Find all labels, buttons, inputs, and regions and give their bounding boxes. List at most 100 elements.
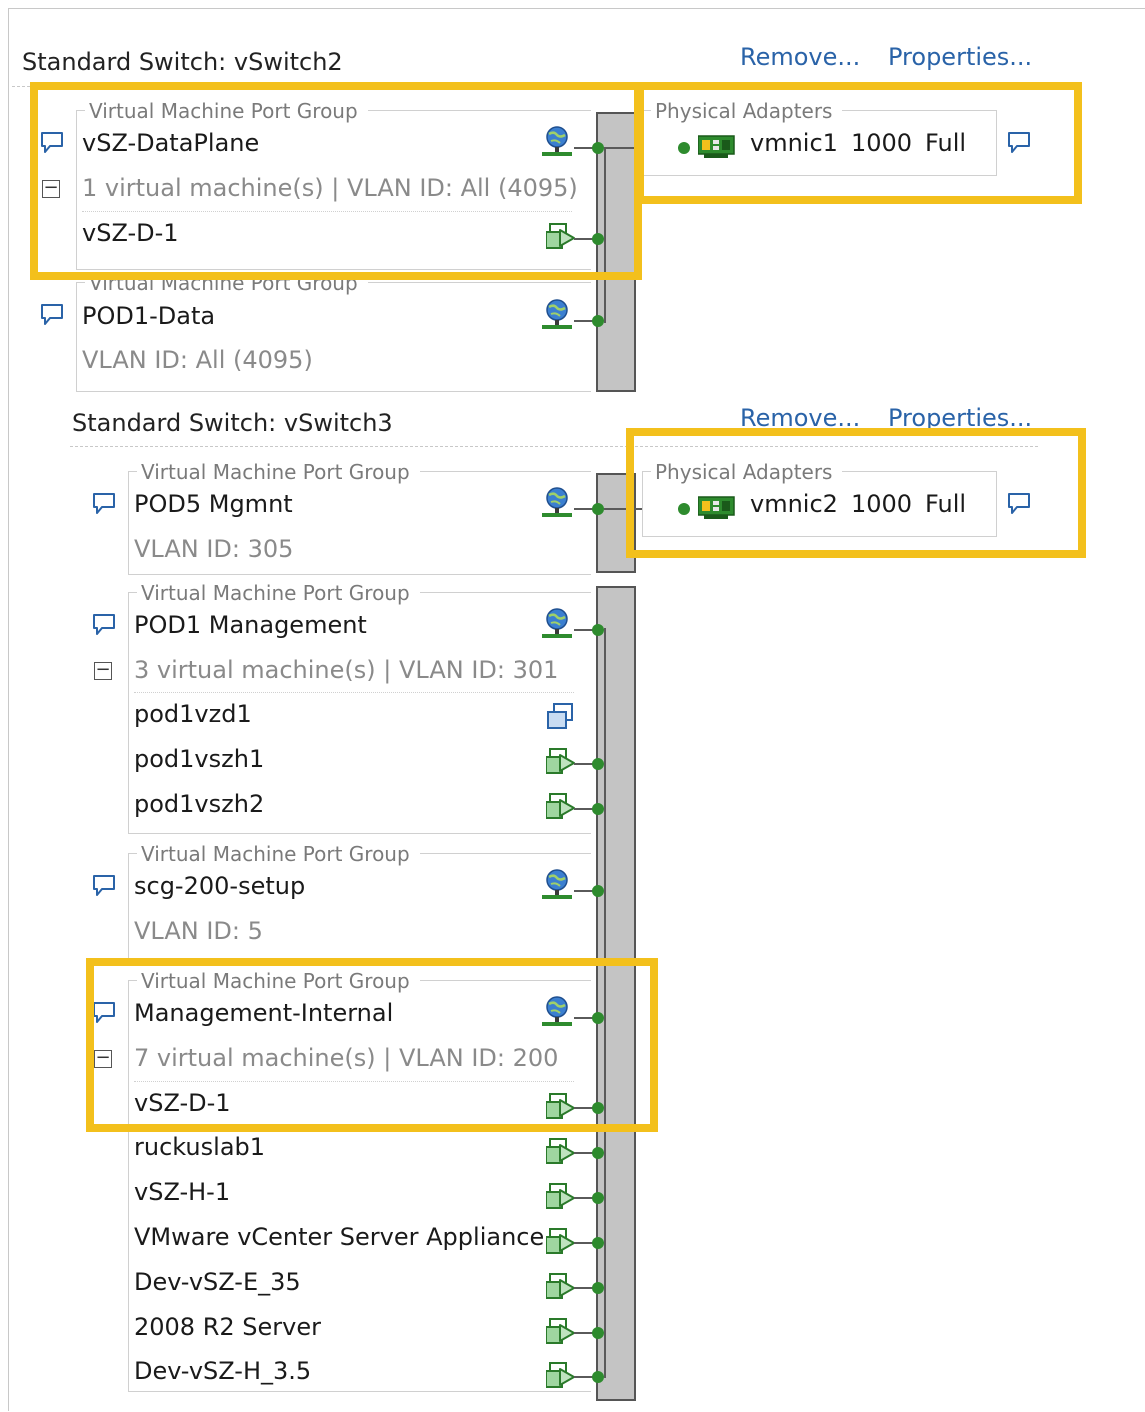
row-divider — [82, 211, 572, 212]
vm-icon — [546, 1318, 575, 1344]
network-card-icon — [698, 135, 735, 159]
vm-name[interactable]: Dev-vSZ-E_35 — [134, 1268, 301, 1296]
comment-icon[interactable] — [92, 613, 118, 637]
port-group-legend: Virtual Machine Port Group — [85, 99, 368, 123]
port-connector — [592, 803, 604, 815]
port-connector — [592, 1237, 604, 1249]
vm-icon — [546, 793, 575, 819]
globe-network-icon — [542, 486, 574, 518]
comment-icon[interactable] — [40, 131, 66, 155]
port-connector — [592, 315, 604, 327]
vm-icon — [546, 1362, 575, 1388]
vm-icon — [546, 223, 575, 249]
comment-icon[interactable] — [1007, 131, 1033, 155]
port-connector — [592, 503, 604, 515]
port-group-legend: Virtual Machine Port Group — [85, 271, 368, 295]
port-group-name: vSZ-DataPlane — [82, 129, 260, 157]
switch-title-vswitch2: Standard Switch: vSwitch2 — [22, 48, 343, 76]
adapter-duplex: Full — [925, 490, 967, 518]
properties-link-vswitch3[interactable]: Properties... — [888, 404, 1032, 432]
collapse-toggle[interactable]: − — [94, 1049, 112, 1068]
port-group-info: VLAN ID: 305 — [134, 535, 294, 563]
globe-network-icon — [542, 607, 574, 639]
vm-name[interactable]: vSZ-H-1 — [134, 1178, 230, 1206]
collapse-toggle[interactable]: − — [94, 661, 112, 680]
vm-icon — [546, 748, 575, 774]
vm-icon — [546, 1228, 575, 1254]
vm-name[interactable]: pod1vszh2 — [134, 790, 264, 818]
switch-separator — [12, 86, 1037, 87]
port-group-info: 3 virtual machine(s) | VLAN ID: 301 — [134, 656, 559, 684]
vm-name[interactable]: vSZ-D-1 — [82, 219, 179, 247]
globe-network-icon — [542, 298, 574, 330]
adapter-name[interactable]: vmnic1 — [750, 129, 838, 157]
remove-link-vswitch2[interactable]: Remove... — [740, 43, 860, 71]
adapter-duplex: Full — [925, 129, 967, 157]
port-connector — [592, 142, 604, 154]
vm-name[interactable]: Dev-vSZ-H_3.5 — [134, 1357, 311, 1385]
globe-network-icon — [542, 995, 574, 1027]
port-connector — [592, 1012, 604, 1024]
port-connector — [592, 1371, 604, 1383]
adapter-connector — [678, 142, 690, 154]
network-card-icon — [698, 496, 735, 520]
switch-uplink-bar — [596, 473, 636, 573]
comment-icon[interactable] — [92, 492, 118, 516]
vm-name[interactable]: pod1vzd1 — [134, 700, 252, 728]
port-group-box: Virtual Machine Port Group — [76, 271, 591, 392]
row-divider — [134, 692, 574, 693]
port-group-legend: Virtual Machine Port Group — [137, 460, 420, 484]
switch-separator — [70, 446, 1038, 447]
vm-icon — [546, 1273, 575, 1299]
switch-uplink-bar — [596, 586, 636, 1401]
properties-link-vswitch2[interactable]: Properties... — [888, 43, 1032, 71]
vm-icon — [546, 1183, 575, 1209]
switch-title-vswitch3: Standard Switch: vSwitch3 — [72, 409, 393, 437]
port-connector — [592, 1282, 604, 1294]
port-group-legend: Virtual Machine Port Group — [137, 969, 420, 993]
port-connector — [592, 1147, 604, 1159]
port-group-name: Management-Internal — [134, 999, 394, 1027]
comment-icon[interactable] — [92, 874, 118, 898]
vm-icon — [546, 1138, 575, 1164]
vm-name[interactable]: ruckuslab1 — [134, 1133, 265, 1161]
physical-adapters-legend: Physical Adapters — [651, 460, 843, 484]
vm-name[interactable]: VMware vCenter Server Appliance — [134, 1223, 544, 1251]
internal-trunk-line — [604, 628, 606, 1378]
comment-icon[interactable] — [92, 1001, 118, 1025]
port-group-info: 7 virtual machine(s) | VLAN ID: 200 — [134, 1044, 559, 1072]
adapter-speed: 1000 — [851, 490, 913, 518]
switch-uplink-bar — [596, 112, 636, 392]
port-connector — [592, 1327, 604, 1339]
vm-name[interactable]: vSZ-D-1 — [134, 1089, 231, 1117]
port-connector — [592, 1192, 604, 1204]
vm-powered-off-icon — [547, 703, 573, 729]
adapter-name[interactable]: vmnic2 — [750, 490, 838, 518]
port-connector — [592, 885, 604, 897]
collapse-toggle[interactable]: − — [42, 179, 60, 198]
port-group-name: POD1-Data — [82, 302, 216, 330]
port-connector — [592, 233, 604, 245]
comment-icon[interactable] — [40, 303, 66, 327]
port-group-info: 1 virtual machine(s) | VLAN ID: All (409… — [82, 174, 578, 202]
adapter-connector — [678, 503, 690, 515]
globe-network-icon — [542, 125, 574, 157]
port-connector — [592, 1102, 604, 1114]
vm-name[interactable]: 2008 R2 Server — [134, 1313, 321, 1341]
port-group-legend: Virtual Machine Port Group — [137, 581, 420, 605]
vm-name[interactable]: pod1vszh1 — [134, 745, 264, 773]
remove-link-vswitch3[interactable]: Remove... — [740, 404, 860, 432]
port-group-legend: Virtual Machine Port Group — [137, 842, 420, 866]
physical-adapters-legend: Physical Adapters — [651, 99, 843, 123]
internal-trunk-line — [604, 147, 606, 323]
port-group-name: POD1 Management — [134, 611, 367, 639]
port-connector — [592, 624, 604, 636]
comment-icon[interactable] — [1007, 492, 1033, 516]
port-group-name: POD5 Mgmnt — [134, 490, 293, 518]
globe-network-icon — [542, 868, 574, 900]
vm-icon — [546, 1093, 575, 1119]
adapter-speed: 1000 — [851, 129, 913, 157]
port-group-info: VLAN ID: All (4095) — [82, 346, 313, 374]
row-divider — [134, 1081, 574, 1082]
port-connector — [592, 758, 604, 770]
